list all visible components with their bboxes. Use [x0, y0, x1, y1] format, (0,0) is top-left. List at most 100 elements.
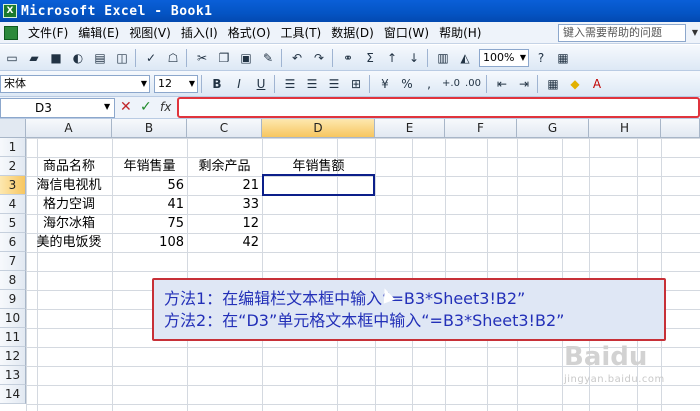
options-icon[interactable]: ▦ — [553, 48, 573, 68]
menu-edit[interactable]: 编辑(E) — [78, 24, 119, 41]
help-icon[interactable]: ? — [531, 48, 551, 68]
cell-b6[interactable]: 108 — [112, 233, 187, 252]
cell-c3[interactable]: 21 — [187, 176, 262, 195]
chevron-down-icon[interactable]: ▼ — [104, 102, 110, 111]
workbook-icon[interactable] — [4, 25, 18, 40]
format-painter-icon[interactable]: ✎ — [258, 48, 278, 68]
borders-icon[interactable]: ▦ — [543, 74, 563, 94]
comma-button[interactable]: , — [419, 74, 439, 94]
spelling-icon[interactable]: ✓ — [141, 48, 161, 68]
fill-color-icon[interactable]: ◆ — [565, 74, 585, 94]
help-dropdown-icon[interactable]: ▼ — [692, 28, 698, 37]
cell-c2[interactable]: 剩余产品 — [187, 157, 262, 176]
column-header-f[interactable]: F — [445, 119, 517, 138]
sort-descending-icon[interactable]: ↓ — [404, 48, 424, 68]
zoom-select[interactable]: 100% ▼ — [479, 48, 529, 67]
print-preview-icon[interactable]: ◫ — [112, 48, 132, 68]
cell-c5[interactable]: 12 — [187, 214, 262, 233]
menu-data[interactable]: 数据(D) — [331, 24, 374, 41]
redo-icon[interactable]: ↷ — [309, 48, 329, 68]
row-header-14[interactable]: 14 — [0, 385, 26, 404]
italic-button[interactable]: I — [229, 74, 249, 94]
align-left-icon[interactable]: ☰ — [280, 74, 300, 94]
percent-button[interactable]: % — [397, 74, 417, 94]
sort-ascending-icon[interactable]: ↑ — [382, 48, 402, 68]
formula-input[interactable] — [177, 97, 700, 118]
menu-tools[interactable]: 工具(T) — [281, 24, 322, 41]
column-header-d[interactable]: D — [262, 119, 375, 138]
row-header-2[interactable]: 2 — [0, 157, 26, 176]
decrease-indent-icon[interactable]: ⇤ — [492, 74, 512, 94]
cell-b5[interactable]: 75 — [112, 214, 187, 233]
menu-insert[interactable]: 插入(I) — [181, 24, 218, 41]
active-cell-d3[interactable] — [262, 174, 375, 196]
row-header-8[interactable]: 8 — [0, 271, 26, 290]
column-header-g[interactable]: G — [517, 119, 589, 138]
row-header-1[interactable]: 1 — [0, 138, 26, 157]
paste-icon[interactable]: ▣ — [236, 48, 256, 68]
row-header-6[interactable]: 6 — [0, 233, 26, 252]
row-header-12[interactable]: 12 — [0, 347, 26, 366]
excel-app-icon[interactable]: X — [3, 4, 17, 18]
row-header-3[interactable]: 3 — [0, 176, 26, 195]
cell-a6[interactable]: 美的电饭煲 — [26, 233, 112, 252]
cell-a5[interactable]: 海尔冰箱 — [26, 214, 112, 233]
menu-window[interactable]: 窗口(W) — [384, 24, 429, 41]
help-search-input[interactable]: 键入需要帮助的问题 — [558, 24, 686, 42]
row-header-7[interactable]: 7 — [0, 252, 26, 271]
menu-help[interactable]: 帮助(H) — [439, 24, 481, 41]
cut-icon[interactable]: ✂ — [192, 48, 212, 68]
bold-button[interactable]: B — [207, 74, 227, 94]
column-header-b[interactable]: B — [112, 119, 187, 138]
column-header-e[interactable]: E — [375, 119, 445, 138]
row-header-4[interactable]: 4 — [0, 195, 26, 214]
cell-c6[interactable]: 42 — [187, 233, 262, 252]
menu-file[interactable]: 文件(F) — [28, 24, 68, 41]
row-header-9[interactable]: 9 — [0, 290, 26, 309]
align-center-icon[interactable]: ☰ — [302, 74, 322, 94]
cell-a2[interactable]: 商品名称 — [26, 157, 112, 176]
open-folder-icon[interactable]: ▰ — [24, 48, 44, 68]
menu-view[interactable]: 视图(V) — [129, 24, 171, 41]
currency-icon[interactable]: ¥ — [375, 74, 395, 94]
research-icon[interactable]: ☖ — [163, 48, 183, 68]
row-header-5[interactable]: 5 — [0, 214, 26, 233]
column-header-c[interactable]: C — [187, 119, 262, 138]
name-box[interactable]: D3 — [0, 98, 115, 118]
cancel-icon[interactable]: ✕ — [120, 99, 132, 115]
new-file-icon[interactable]: ▭ — [2, 48, 22, 68]
underline-button[interactable]: U — [251, 74, 271, 94]
cell-b3[interactable]: 56 — [112, 176, 187, 195]
align-right-icon[interactable]: ☰ — [324, 74, 344, 94]
column-header-i[interactable] — [661, 119, 700, 138]
font-name-select[interactable]: 宋体 ▼ — [0, 74, 150, 93]
enter-icon[interactable]: ✓ — [140, 99, 152, 115]
row-header-11[interactable]: 11 — [0, 328, 26, 347]
cell-a3[interactable]: 海信电视机 — [26, 176, 112, 195]
print-icon[interactable]: ▤ — [90, 48, 110, 68]
font-color-icon[interactable]: A — [587, 74, 607, 94]
cell-a4[interactable]: 格力空调 — [26, 195, 112, 214]
merge-center-icon[interactable]: ⊞ — [346, 74, 366, 94]
select-all-corner[interactable] — [0, 119, 26, 138]
increase-decimal-button[interactable]: +.0 — [441, 74, 461, 94]
cell-c4[interactable]: 33 — [187, 195, 262, 214]
column-header-h[interactable]: H — [589, 119, 661, 138]
font-size-select[interactable]: 12 ▼ — [154, 74, 198, 93]
column-header-a[interactable]: A — [26, 119, 112, 138]
decrease-decimal-button[interactable]: .00 — [463, 74, 483, 94]
permission-icon[interactable]: ◐ — [68, 48, 88, 68]
insert-function-icon[interactable]: fx — [160, 100, 171, 114]
row-header-10[interactable]: 10 — [0, 309, 26, 328]
undo-icon[interactable]: ↶ — [287, 48, 307, 68]
menu-format[interactable]: 格式(O) — [228, 24, 271, 41]
cell-b4[interactable]: 41 — [112, 195, 187, 214]
increase-indent-icon[interactable]: ⇥ — [514, 74, 534, 94]
drawing-icon[interactable]: ◭ — [455, 48, 475, 68]
hyperlink-icon[interactable]: ⚭ — [338, 48, 358, 68]
row-header-13[interactable]: 13 — [0, 366, 26, 385]
chart-wizard-icon[interactable]: ▥ — [433, 48, 453, 68]
save-icon[interactable]: ■ — [46, 48, 66, 68]
cell-b2[interactable]: 年销售量 — [112, 157, 187, 176]
copy-icon[interactable]: ❐ — [214, 48, 234, 68]
